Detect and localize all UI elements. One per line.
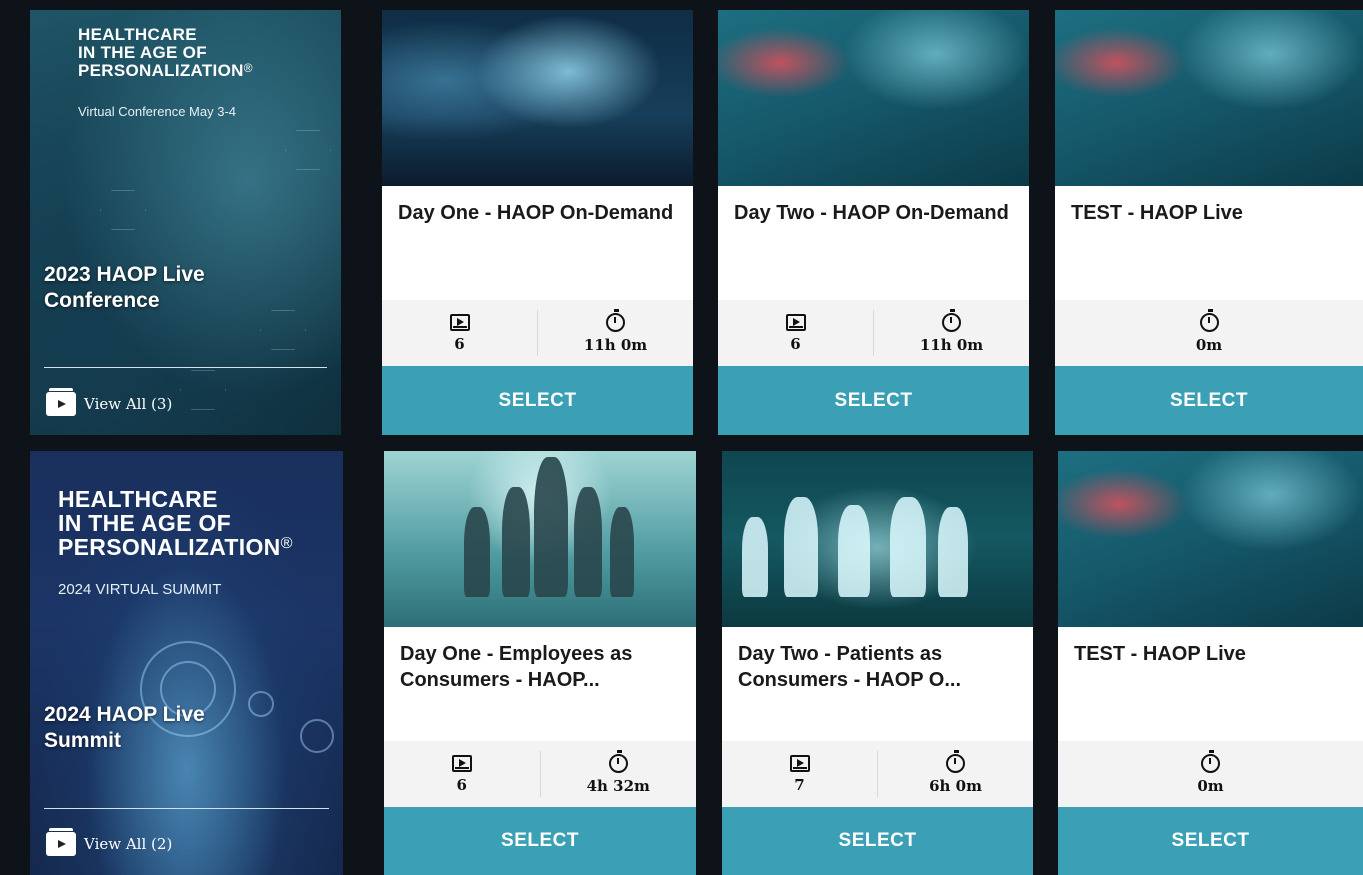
- course-card[interactable]: TEST - HAOP Live 0m SELECT: [1058, 451, 1363, 875]
- course-card[interactable]: Day Two - HAOP On-Demand 6 11h 0m SELECT: [718, 10, 1029, 435]
- video-count: 7: [722, 754, 877, 794]
- featured-divider: [44, 367, 327, 368]
- stopwatch-icon: [606, 308, 625, 332]
- video-play-icon: [789, 754, 810, 772]
- view-all-link[interactable]: View All (2): [46, 828, 173, 856]
- view-all-link[interactable]: View All (3): [46, 388, 173, 416]
- card-thumbnail: [1058, 451, 1363, 627]
- featured-collection-2023[interactable]: HEALTHCARE IN THE AGE OF PERSONALIZATION…: [30, 10, 341, 435]
- card-stats: 6 11h 0m: [382, 300, 693, 366]
- duration: 11h 0m: [538, 308, 693, 354]
- card-stats: 7 6h 0m: [722, 741, 1033, 807]
- card-title: Day Two - Patients as Consumers - HAOP O…: [738, 643, 962, 691]
- video-play-icon: [785, 313, 806, 331]
- card-thumbnail: [384, 451, 696, 627]
- course-card[interactable]: Day One - HAOP On-Demand 6 11h 0m SELECT: [382, 10, 693, 435]
- card-thumbnail: [718, 10, 1029, 186]
- select-button[interactable]: SELECT: [718, 366, 1029, 435]
- view-all-label: View All (3): [84, 395, 173, 413]
- decor-figure: [534, 457, 568, 597]
- stopwatch-icon: [1199, 308, 1219, 332]
- decor-figure: [610, 507, 634, 597]
- video-play-icon: [449, 313, 470, 331]
- card-title: TEST - HAOP Live: [1074, 643, 1246, 665]
- video-count: 6: [384, 754, 540, 794]
- featured-collection-2024[interactable]: HEALTHCARE IN THE AGE OF PERSONALIZATION…: [30, 451, 343, 875]
- card-title: Day Two - HAOP On-Demand: [734, 202, 1009, 224]
- decor-figure: [938, 507, 968, 597]
- duration: 4h 32m: [541, 749, 697, 795]
- decor-figure: [574, 487, 602, 597]
- card-thumbnail: [1055, 10, 1363, 186]
- brand-subtitle: 2024 VIRTUAL SUMMIT: [58, 581, 222, 598]
- decor-figure: [742, 517, 768, 597]
- select-button[interactable]: SELECT: [384, 807, 696, 875]
- card-stats: 0m: [1058, 741, 1363, 807]
- select-button[interactable]: SELECT: [1055, 366, 1363, 435]
- brand-logo: HEALTHCARE IN THE AGE OF PERSONALIZATION…: [58, 486, 293, 561]
- select-button[interactable]: SELECT: [1058, 807, 1363, 875]
- duration: 0m: [1055, 308, 1363, 354]
- brand-logo: HEALTHCARE IN THE AGE OF PERSONALIZATION…: [78, 25, 253, 80]
- stopwatch-icon: [946, 749, 965, 773]
- decor-figure: [784, 497, 818, 597]
- video-stack-icon: [46, 388, 76, 416]
- decor-figure: [502, 487, 530, 597]
- course-card[interactable]: Day Two - Patients as Consumers - HAOP O…: [722, 451, 1033, 875]
- duration: 0m: [1058, 749, 1363, 795]
- card-title: TEST - HAOP Live: [1071, 202, 1243, 224]
- course-card[interactable]: TEST - HAOP Live 0m SELECT: [1055, 10, 1363, 435]
- stopwatch-icon: [1201, 749, 1220, 773]
- video-count: 6: [382, 313, 537, 353]
- card-stats: 0m: [1055, 300, 1363, 366]
- card-title: Day One - HAOP On-Demand: [398, 202, 674, 224]
- card-stats: 6 4h 32m: [384, 741, 696, 807]
- card-stats: 6 11h 0m: [718, 300, 1029, 366]
- card-title: Day One - Employees as Consumers - HAOP.…: [400, 643, 633, 691]
- featured-title: 2023 HAOP Live Conference: [44, 263, 205, 313]
- decor-ring: [300, 719, 334, 753]
- featured-divider: [44, 808, 329, 809]
- decor-figure: [838, 505, 870, 597]
- stopwatch-icon: [942, 308, 961, 332]
- card-thumbnail: [382, 10, 693, 186]
- duration: 6h 0m: [878, 749, 1033, 795]
- card-thumbnail: [722, 451, 1033, 627]
- featured-title: 2024 HAOP Live Summit: [44, 703, 205, 753]
- stopwatch-icon: [608, 749, 628, 773]
- select-button[interactable]: SELECT: [722, 807, 1033, 875]
- video-count: 6: [718, 313, 873, 353]
- duration: 11h 0m: [874, 308, 1029, 354]
- video-play-icon: [451, 754, 472, 772]
- course-card[interactable]: Day One - Employees as Consumers - HAOP.…: [384, 451, 696, 875]
- select-button[interactable]: SELECT: [382, 366, 693, 435]
- brand-subtitle: Virtual Conference May 3-4: [78, 104, 237, 119]
- decor-figure: [890, 497, 926, 597]
- view-all-label: View All (2): [84, 835, 173, 853]
- decor-figure: [464, 507, 490, 597]
- video-stack-icon: [46, 828, 76, 856]
